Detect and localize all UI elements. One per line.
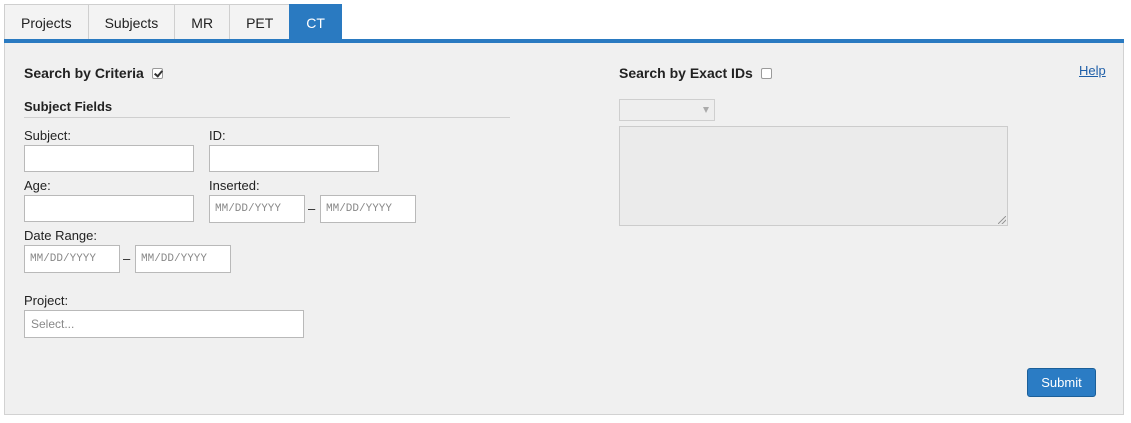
help-link[interactable]: Help (1079, 63, 1106, 78)
age-input[interactable] (24, 195, 194, 222)
inserted-from-input[interactable] (209, 195, 305, 223)
exact-ids-title: Search by Exact IDs (619, 65, 753, 81)
subject-input[interactable] (24, 145, 194, 172)
date-range-from-input[interactable] (24, 245, 120, 273)
inserted-range-separator: – (308, 201, 316, 216)
submit-button[interactable]: Submit (1027, 368, 1096, 397)
project-select-placeholder: Select... (31, 317, 75, 331)
project-label: Project: (24, 293, 69, 308)
date-range-label: Date Range: (24, 228, 97, 243)
exact-ids-textarea[interactable] (619, 126, 1008, 226)
date-range-separator: – (123, 251, 131, 266)
id-type-select[interactable] (619, 99, 715, 121)
tab-mr[interactable]: MR (174, 4, 231, 40)
id-input[interactable] (209, 145, 379, 172)
subject-fields-title: Subject Fields (24, 99, 510, 118)
tab-ct[interactable]: CT (289, 4, 342, 40)
search-panel: Search by Criteria Subject Fields Subjec… (4, 43, 1124, 415)
tab-bar: Projects Subjects MR PET CT (4, 4, 342, 40)
tab-projects[interactable]: Projects (4, 4, 89, 40)
exact-ids-checkbox[interactable] (760, 67, 772, 79)
inserted-label: Inserted: (209, 178, 260, 193)
criteria-title: Search by Criteria (24, 65, 144, 81)
subject-label: Subject: (24, 128, 71, 143)
date-range-to-input[interactable] (135, 245, 231, 273)
age-label: Age: (24, 178, 51, 193)
exact-ids-section-header: Search by Exact IDs (619, 65, 772, 81)
chevron-down-icon (703, 107, 709, 113)
tab-subjects[interactable]: Subjects (87, 4, 176, 40)
id-label: ID: (209, 128, 226, 143)
criteria-checkbox[interactable] (151, 67, 163, 79)
resize-grip-icon[interactable] (998, 216, 1006, 224)
criteria-section-header: Search by Criteria (24, 65, 163, 81)
inserted-to-input[interactable] (320, 195, 416, 223)
project-select[interactable]: Select... (24, 310, 304, 338)
tab-pet[interactable]: PET (229, 4, 291, 40)
